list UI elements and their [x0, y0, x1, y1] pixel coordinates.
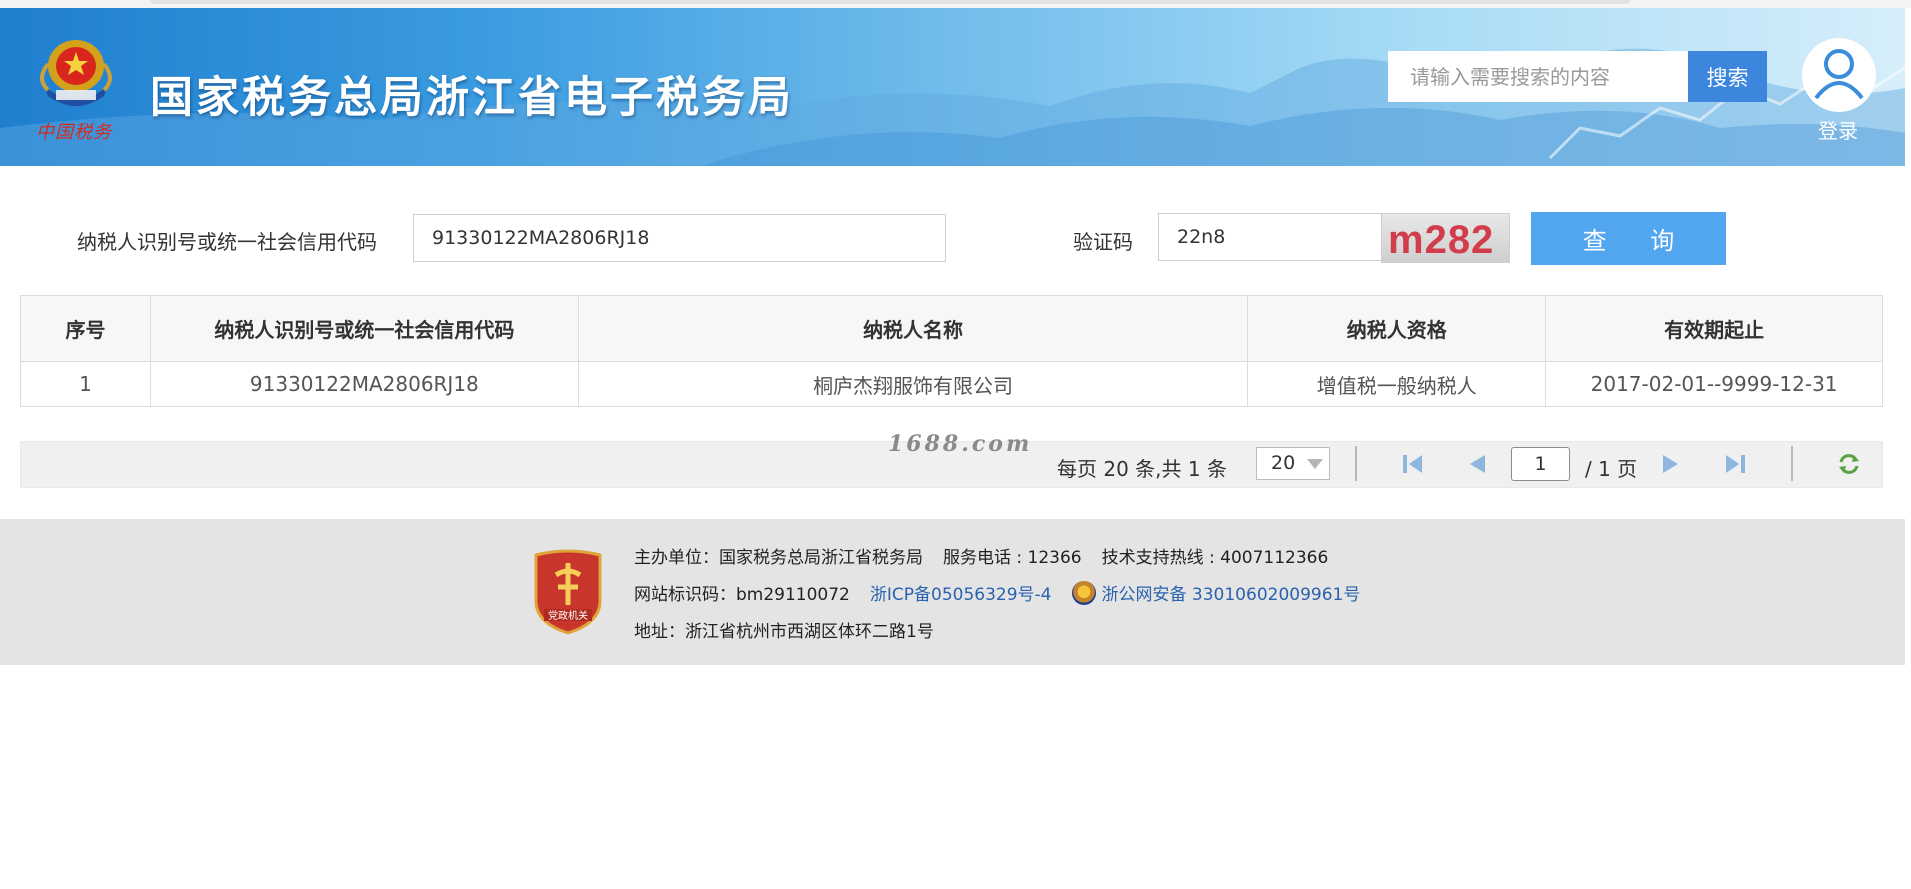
browser-top-strip: [0, 0, 1911, 8]
site-header: 中国税务 国家税务总局浙江省电子税务局 搜索 登录: [0, 8, 1905, 166]
tax-emblem-logo: [40, 40, 112, 106]
column-header-tax-id: 纳税人识别号或统一社会信用代码: [149, 295, 579, 362]
current-page-input[interactable]: [1511, 447, 1570, 481]
cell-qualification: 增值税一般纳税人: [1247, 361, 1547, 407]
table-header-row: 序号 纳税人识别号或统一社会信用代码 纳税人名称 纳税人资格 有效期起止: [20, 295, 1883, 362]
browser-address-bar-edge: [150, 0, 1630, 4]
column-header-qualification: 纳税人资格: [1247, 295, 1547, 362]
cell-index: 1: [20, 361, 151, 407]
previous-page-icon[interactable]: [1465, 452, 1491, 476]
page-size-value: 20: [1271, 452, 1296, 474]
footer-line-3: 地址：浙江省杭州市西湖区体环二路1号: [634, 617, 934, 642]
footer-support: 技术支持热线 : 4007112366: [1101, 548, 1329, 568]
footer-address: 地址：浙江省杭州市西湖区体环二路1号: [634, 622, 934, 642]
first-page-icon[interactable]: [1400, 452, 1426, 476]
column-header-taxpayer-name: 纳税人名称: [577, 295, 1249, 362]
cell-tax-id: 91330122MA2806RJ18: [149, 361, 579, 407]
search-button[interactable]: 搜索: [1688, 51, 1767, 102]
chevron-down-icon: [1307, 459, 1323, 469]
emblem-script-text: 中国税务: [36, 122, 112, 143]
tax-id-label: 纳税人识别号或统一社会信用代码: [77, 230, 377, 254]
login-avatar-icon[interactable]: [1802, 38, 1876, 112]
watermark-text: 1688.com: [888, 431, 1033, 457]
government-badge-icon[interactable]: 党政机关: [532, 549, 604, 635]
site-title: 国家税务总局浙江省电子税务局: [150, 73, 794, 123]
tax-id-input[interactable]: [413, 214, 946, 262]
column-header-validity: 有效期起止: [1545, 295, 1883, 362]
footer-phone: 服务电话 : 12366: [943, 548, 1082, 568]
pagination-info: 每页 20 条,共 1 条: [1057, 457, 1227, 481]
icp-link[interactable]: 浙ICP备05056329号-4: [870, 585, 1052, 605]
table-row[interactable]: 1 91330122MA2806RJ18 桐庐杰翔服饰有限公司 增值税一般纳税人…: [20, 361, 1883, 407]
police-record-link[interactable]: 浙公网安备 33010602009961号: [1102, 585, 1361, 605]
footer-host: 主办单位：国家税务总局浙江省税务局: [634, 548, 923, 568]
total-pages-text: / 1 页: [1585, 457, 1638, 481]
badge-text: 党政机关: [548, 609, 588, 622]
cell-validity: 2017-02-01--9999-12-31: [1545, 361, 1883, 407]
footer-line-2: 网站标识码：bm29110072 浙ICP备05056329号-4 浙公网安备 33…: [634, 580, 1360, 605]
footer-line-1: 主办单位：国家税务总局浙江省税务局 服务电话 : 12366 技术支持热线 : 40…: [634, 543, 1328, 568]
search-input[interactable]: [1388, 51, 1688, 102]
pager-divider: [1355, 446, 1357, 481]
cell-taxpayer-name: 桐庐杰翔服饰有限公司: [577, 361, 1249, 407]
column-header-index: 序号: [20, 295, 151, 362]
captcha-image[interactable]: m282: [1381, 213, 1510, 263]
pager-divider: [1791, 446, 1793, 481]
next-page-icon[interactable]: [1657, 452, 1683, 476]
login-link[interactable]: 登录: [1818, 115, 1858, 144]
captcha-input[interactable]: [1158, 213, 1382, 261]
footer-site-code: 网站标识码：bm29110072: [634, 585, 850, 605]
page-size-select[interactable]: 20: [1256, 447, 1330, 480]
captcha-label: 验证码: [1073, 230, 1133, 254]
police-emblem-icon: [1071, 581, 1096, 605]
result-table: 序号 纳税人识别号或统一社会信用代码 纳税人名称 纳税人资格 有效期起止 1 9…: [20, 295, 1883, 407]
last-page-icon[interactable]: [1722, 452, 1748, 476]
captcha-image-text: m282: [1388, 218, 1495, 262]
refresh-icon[interactable]: [1837, 452, 1861, 476]
query-button[interactable]: 查 询: [1531, 212, 1726, 265]
